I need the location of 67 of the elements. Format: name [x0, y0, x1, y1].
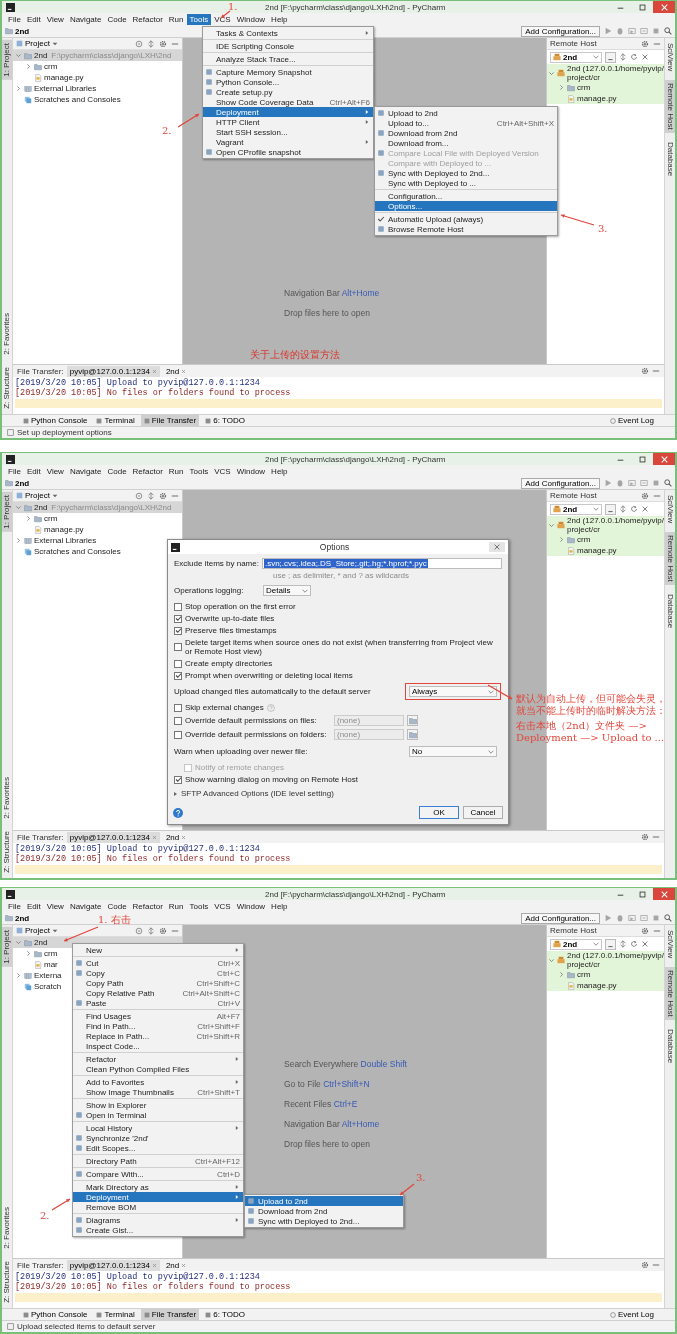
editor-hint: Navigation Bar Alt+Home: [284, 1119, 381, 1129]
annotation-text: 关于上传的设置方法: [250, 348, 341, 362]
checkbox-label: Skip external changes: [185, 703, 264, 712]
field-label: Upload changed files automatically to the default server: [174, 687, 372, 696]
input-field: (none): [334, 729, 404, 740]
shortcut-label: Ctrl+Alt+Shift+X: [495, 118, 554, 128]
status-message: Set up deployment options: [17, 428, 112, 437]
shortcut-label: Ctrl+D: [216, 1169, 240, 1179]
console-line: [2019/3/20 10:05] Upload to pyvip@127.0.0.1:1234: [15, 378, 261, 388]
console-line: [2019/3/20 10:05] No files or folders found to process: [15, 388, 292, 398]
panel-title: File Transfer:: [17, 366, 64, 376]
shortcut-label: Ctrl+Shift+F: [196, 1021, 240, 1031]
window-title: 2nd [F:\pycharm\class\django\LXH\2nd] - PyCharm: [265, 454, 446, 464]
shortcut-label: Alt+F7: [215, 1011, 240, 1021]
checkbox-label: Prompt when overwriting or deleting local items: [185, 671, 353, 680]
dialog-title: Options: [318, 542, 351, 552]
tree-item-path: F:\pycharm\class\django\LXH\2nd: [51, 51, 172, 60]
annotation-label: 1.: [228, 1, 238, 12]
panel-title: File Transfer:: [17, 832, 64, 842]
annotation-label: 2.: [162, 125, 172, 136]
console-line: [2019/3/20 10:05] Upload to pyvip@127.0.0.1:1234: [15, 844, 261, 854]
shortcut-label: Ctrl+X: [216, 958, 240, 968]
console-line: [2019/3/20 10:05] No files or folders found to process: [15, 854, 292, 864]
annotation-label: 3.: [598, 223, 608, 234]
shortcut-label: Ctrl+V: [216, 998, 240, 1008]
editor-hint: Navigation Bar Alt+Home: [284, 288, 381, 298]
checkbox-label: Stop operation on the first error: [185, 602, 296, 611]
editor-hint: Drop files here to open: [284, 308, 371, 318]
window-title: 2nd [F:\pycharm\class\django\LXH\2nd] - PyCharm: [265, 889, 446, 899]
editor-hint: Search Everywhere Double Shift: [284, 1059, 408, 1069]
panel-title: Remote Host: [550, 491, 597, 500]
panel-title: File Transfer:: [17, 1260, 64, 1270]
field-label: Warn when uploading over newer file:: [174, 747, 309, 756]
shortcut-label: Ctrl+Alt+Shift+C: [181, 988, 240, 998]
checkbox-label: Override default permissions on files:: [185, 716, 317, 725]
editor-hint: Drop files here to open: [284, 1139, 371, 1149]
checkbox-label: Delete target items when source ones do not exist (when transferring from Project view or Remote Host view): [185, 638, 494, 656]
checkbox-label: Overwrite up-to-date files: [185, 614, 275, 623]
panel-title: Remote Host: [550, 926, 597, 935]
editor-hint: Recent Files Ctrl+E: [284, 1099, 359, 1109]
panel-title: Remote Host: [550, 39, 597, 48]
input-field: (none): [334, 715, 404, 726]
checkbox-label: Preserve files timestamps: [185, 626, 277, 635]
field-hint: use ; as delimiter, * and ? as wildcards: [272, 571, 411, 580]
annotation-label: 2.: [40, 1210, 50, 1221]
editor-hint: Go to File Ctrl+Shift+N: [284, 1079, 371, 1089]
checkbox-label: Show warning dialog on moving on Remote Host: [185, 775, 358, 784]
shortcut-label: Ctrl+C: [216, 968, 240, 978]
shortcut-label: Ctrl+Shift+C: [195, 978, 240, 988]
annotation-text: 默认为自动上传，但可能会失灵，就当不能上传时的临时解决方法：: [516, 693, 667, 717]
field-label: Operations logging:: [174, 586, 245, 595]
shortcut-label: Ctrl+Shift+R: [195, 1031, 240, 1041]
shortcut-label: Ctrl+Shift+T: [196, 1087, 240, 1097]
annotation-label: 1. 右击: [98, 913, 131, 927]
console-line: [2019/3/20 10:05] No files or folders found to process: [15, 1282, 292, 1292]
tree-item-path: F:\pycharm\class\django\LXH\2nd: [51, 503, 172, 512]
annotation-text: 右击本地（2nd）文件夹 —> Deployment —> Upload to ...: [516, 720, 666, 744]
checkbox-label: Notify of remote changes: [195, 763, 284, 772]
status-message: Upload selected items to default server: [17, 1322, 156, 1331]
checkbox-label: Override default permissions on folders:: [185, 730, 327, 739]
shortcut-label: Ctrl+Alt+F12: [194, 1156, 240, 1166]
annotation-label: 3.: [416, 1172, 426, 1183]
console-line: [2019/3/20 10:05] Upload to pyvip@127.0.0.1:1234: [15, 1272, 261, 1282]
field-label: Exclude items by name:: [174, 559, 259, 568]
window-title: 2nd [F:\pycharm\class\django\LXH\2nd] - PyCharm: [265, 2, 446, 12]
checkbox-label: Create empty directories: [185, 659, 273, 668]
shortcut-label: Ctrl+Alt+F6: [328, 97, 370, 107]
